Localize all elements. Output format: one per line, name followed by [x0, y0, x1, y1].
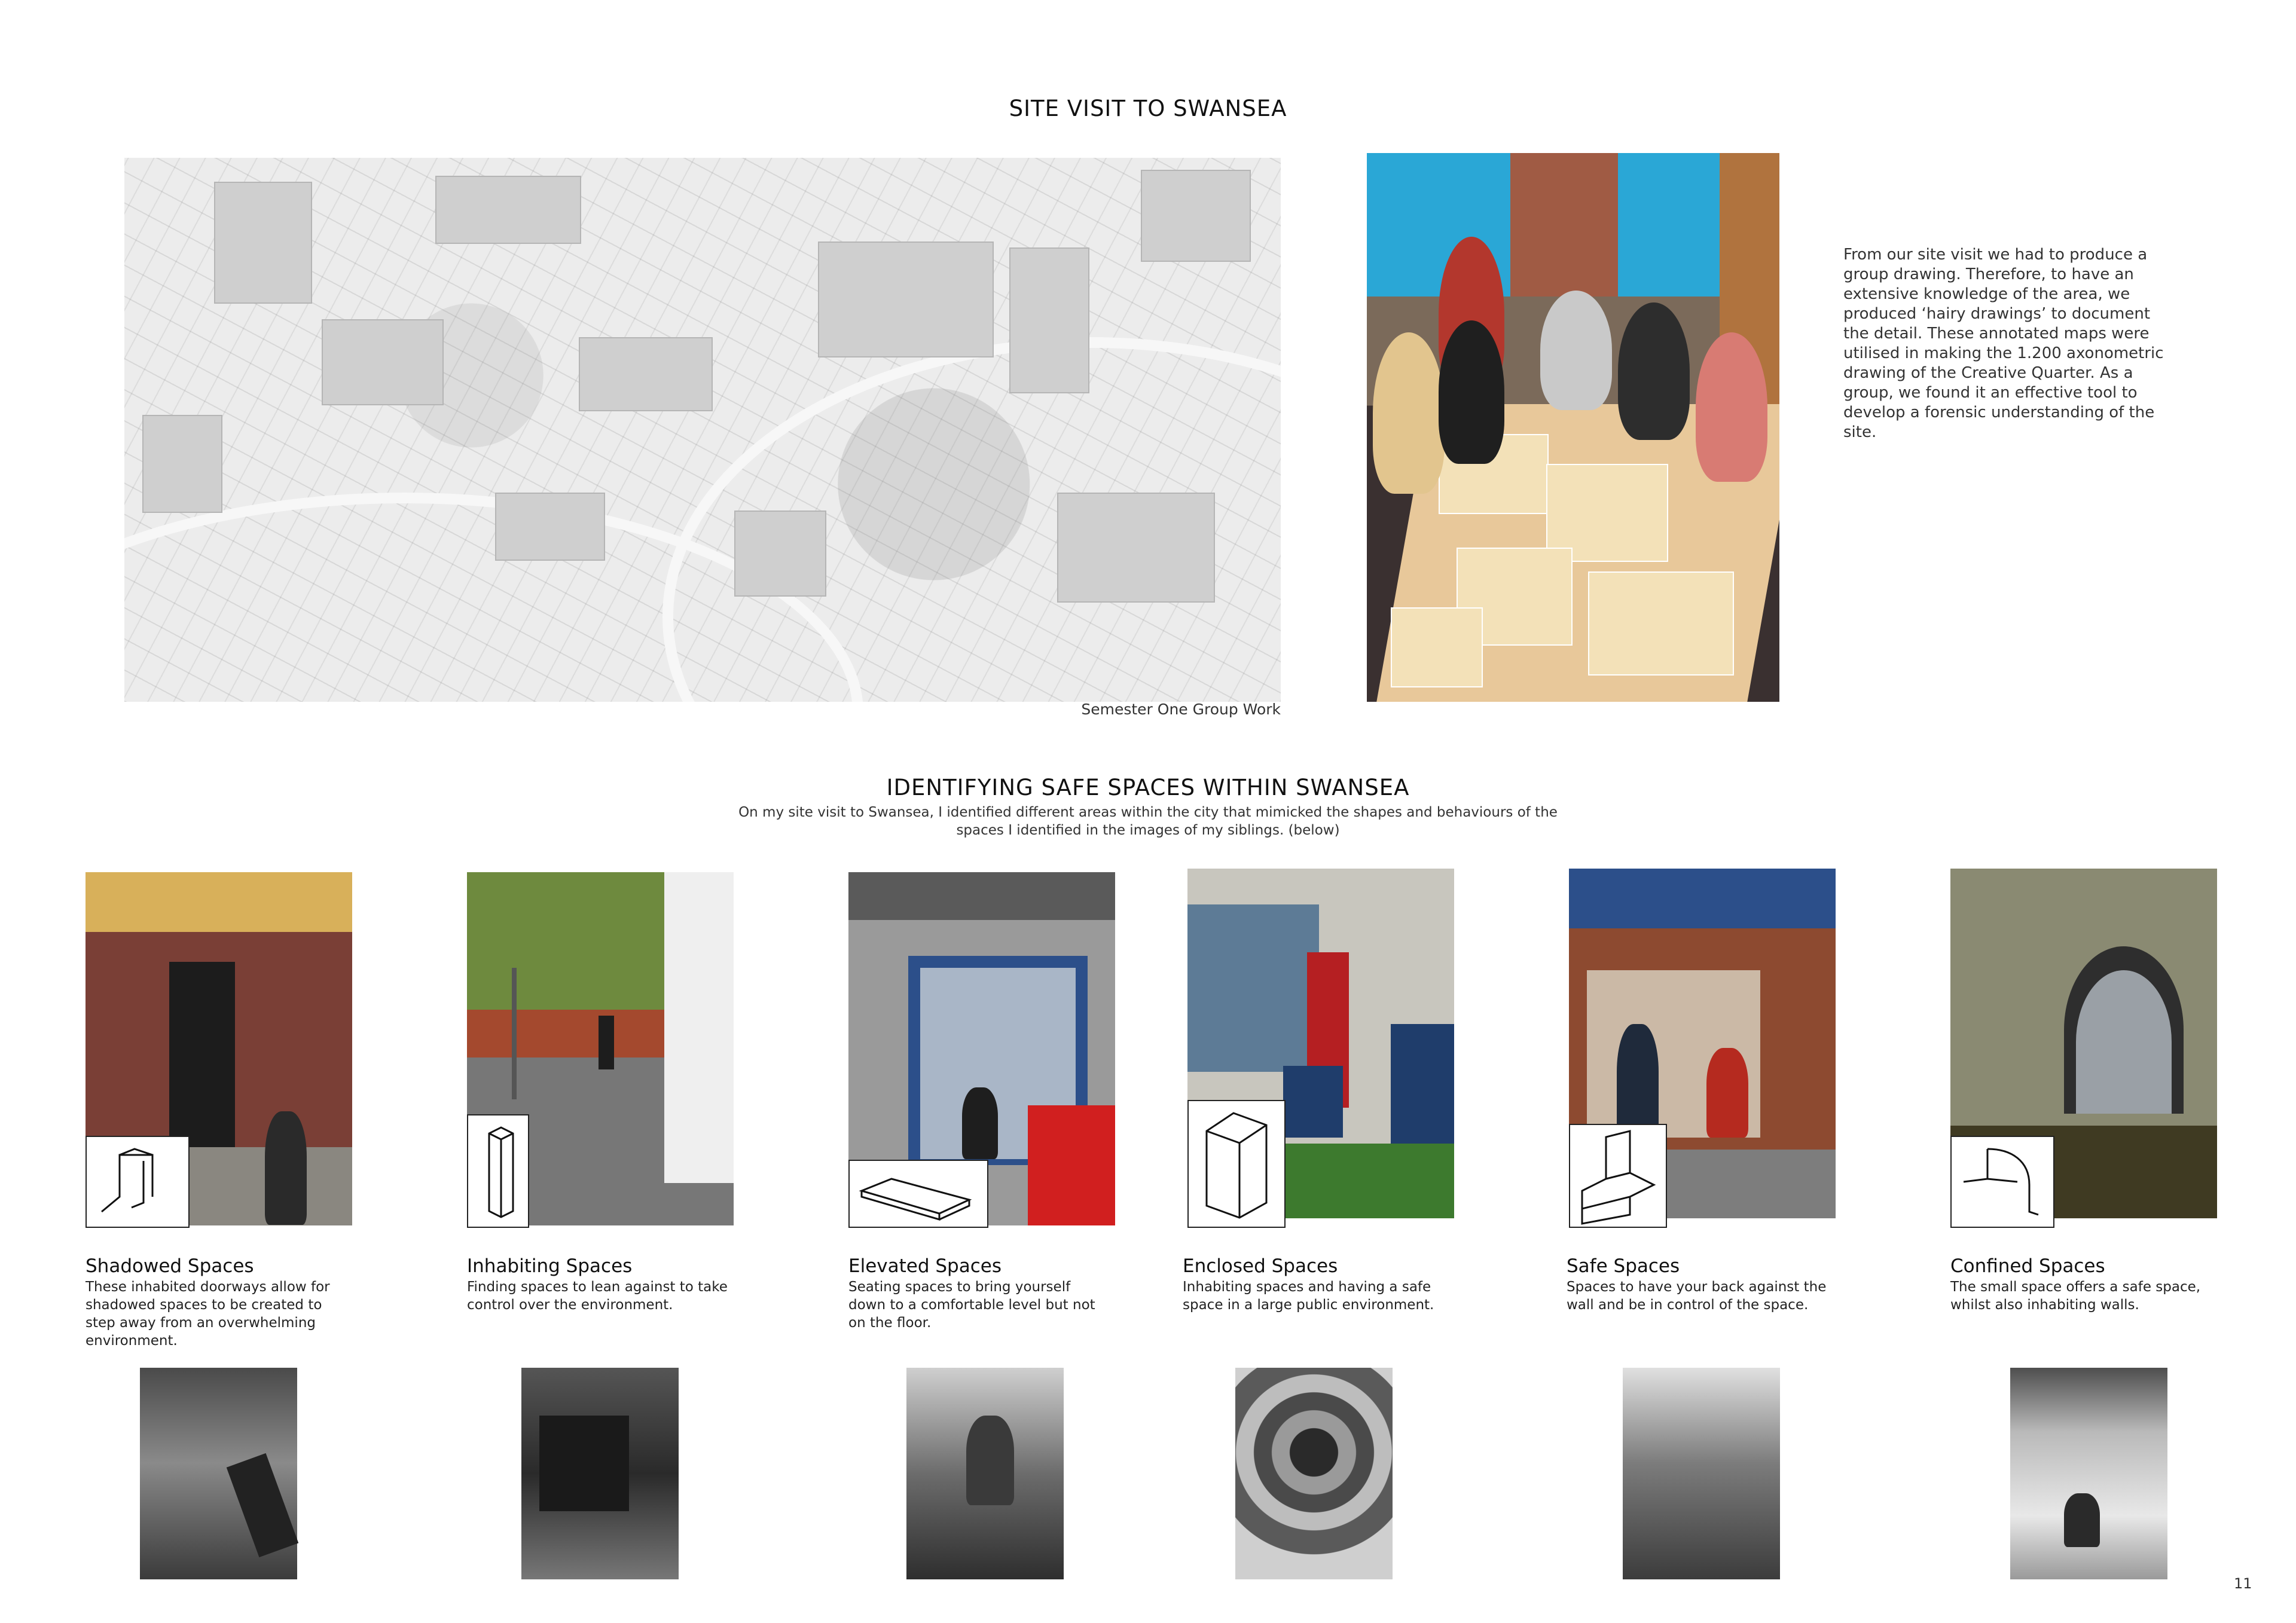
safe-spaces-intro-line-1: On my site visit to Swansea, I identifie…	[738, 805, 1558, 820]
safe-spaces-title: IDENTIFYING SAFE SPACES WITHIN SWANSEA	[886, 775, 1410, 800]
elevated-spaces-sketch	[848, 1160, 988, 1228]
enclosed-spaces-title: Enclosed Spaces	[1183, 1255, 1338, 1277]
site-visit-title: SITE VISIT TO SWANSEA	[1009, 96, 1287, 121]
safe-spaces-card-description: Spaces to have your back against the wal…	[1567, 1279, 1827, 1313]
group-work-photo	[1367, 153, 1779, 702]
inhabiting-spaces-sketch	[467, 1114, 529, 1228]
map-caption: Semester One Group Work	[1081, 701, 1281, 718]
enclosed-spaces-sketch	[1187, 1100, 1286, 1228]
page-number: 11	[2234, 1575, 2252, 1592]
inhabiting-spaces-description: Finding spaces to lean against to take c…	[467, 1279, 728, 1313]
elevated-spaces-description: Seating spaces to bring yourself down to…	[848, 1279, 1095, 1331]
confined-spaces-title: Confined Spaces	[1950, 1255, 2105, 1277]
shadowed-spaces-sibling-photo	[140, 1368, 299, 1579]
confined-spaces-sketch	[1950, 1136, 2054, 1228]
confined-spaces-sibling-photo	[2010, 1368, 2167, 1579]
safe-spaces-sketch	[1569, 1124, 1667, 1228]
safe-spaces-intro: On my site visit to Swansea, I identifie…	[729, 803, 1567, 839]
enclosed-spaces-sibling-photo	[1235, 1368, 1393, 1579]
safe-spaces-intro-line-2: spaces I identified in the images of my …	[956, 823, 1340, 838]
site-visit-description: From our site visit we had to produce a …	[1843, 246, 2164, 441]
safe-spaces-card-title: Safe Spaces	[1567, 1255, 1680, 1277]
safe-spaces-sibling-photo	[1623, 1368, 1780, 1579]
inhabiting-spaces-sibling-photo	[521, 1368, 679, 1579]
shadowed-spaces-sketch	[86, 1136, 190, 1228]
confined-spaces-description: The small space offers a safe space, whi…	[1950, 1279, 2201, 1313]
hairy-drawing-map	[124, 158, 1281, 702]
shadowed-spaces-title: Shadowed Spaces	[86, 1255, 254, 1277]
elevated-spaces-title: Elevated Spaces	[848, 1255, 1002, 1277]
inhabiting-spaces-title: Inhabiting Spaces	[467, 1255, 633, 1277]
enclosed-spaces-description: Inhabiting spaces and having a safe spac…	[1183, 1279, 1434, 1313]
shadowed-spaces-description: These inhabited doorways allow for shado…	[86, 1279, 330, 1349]
elevated-spaces-sibling-photo	[906, 1368, 1064, 1579]
